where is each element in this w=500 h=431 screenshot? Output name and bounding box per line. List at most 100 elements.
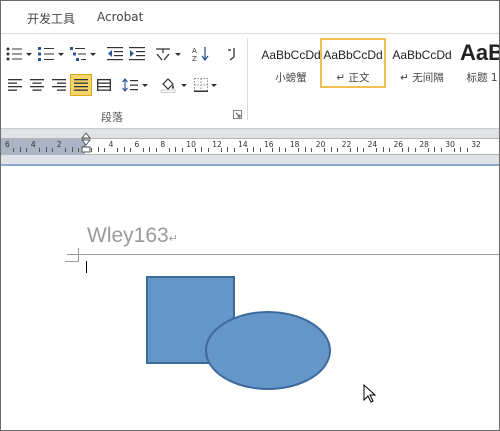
ruler-tick — [466, 148, 468, 152]
tab-acrobat[interactable]: Acrobat — [97, 10, 143, 24]
style-name: ↵ 正文 — [336, 72, 370, 84]
ruler-tick — [181, 148, 183, 152]
align-right-icon — [52, 79, 66, 91]
multilevel-list-icon — [70, 47, 96, 61]
style-heading-1[interactable]: AaB 标题 1 — [457, 38, 500, 88]
document-page[interactable]: Wley163↵ — [1, 166, 499, 430]
ruler-tick — [259, 148, 261, 152]
style-sample: AaBbCcDd — [392, 48, 452, 62]
header-text-value: Wley163 — [87, 224, 169, 247]
line-spacing-button[interactable] — [121, 75, 149, 95]
style-name: 小螃蟹 — [275, 72, 307, 84]
svg-text:Z: Z — [192, 55, 197, 62]
decrease-indent-icon — [107, 47, 123, 61]
ruler-number: 32 — [471, 140, 481, 149]
justify-button[interactable] — [70, 74, 92, 96]
ruler-tick — [434, 147, 436, 152]
ruler-tick — [39, 148, 41, 152]
ruler-tick — [401, 148, 403, 152]
ruler-tick — [246, 148, 248, 152]
align-center-icon — [30, 79, 44, 91]
ruler-tick — [220, 148, 222, 152]
ruler-tick — [324, 148, 326, 152]
style-name: ↵ 无间隔 — [400, 72, 444, 84]
ruler-tick — [356, 147, 358, 152]
ruler-tick — [253, 147, 255, 152]
ruler-tick — [194, 148, 196, 152]
align-right-button[interactable] — [49, 75, 69, 95]
ruler-number: 2 — [56, 140, 62, 149]
ruler-tick — [285, 148, 287, 152]
ruler-tick — [453, 148, 455, 152]
distributed-button[interactable] — [94, 75, 114, 95]
horizontal-ruler-area: 6422468101214161820222426283032 — [1, 128, 499, 166]
ruler-tick — [330, 147, 332, 152]
align-left-button[interactable] — [5, 75, 25, 95]
ruler-tick — [104, 148, 106, 152]
group-separator — [247, 38, 248, 120]
align-left-icon — [8, 79, 22, 91]
ruler-tick — [45, 147, 47, 152]
ruler-number: 6 — [5, 140, 10, 149]
word-window: 开发工具 Acrobat AZ 段落 AaBbCcDd 小螃蟹 AaBbCcDd… — [0, 0, 500, 431]
ruler-tick — [97, 147, 99, 152]
justify-icon — [74, 79, 88, 91]
line-spacing-icon — [122, 78, 148, 92]
horizontal-ruler[interactable]: 6422468101214161820222426283032 — [1, 138, 499, 155]
ruler-tick — [298, 148, 300, 152]
style-sample: AaBbCcDd — [261, 48, 321, 62]
ruler-tick — [149, 147, 151, 152]
ruler-number: 4 — [30, 140, 36, 149]
ruler-tick — [227, 147, 229, 152]
style-no-spacing[interactable]: AaBbCcDd ↵ 无间隔 — [389, 38, 455, 88]
ruler-tick — [337, 148, 339, 152]
sort-button[interactable]: AZ — [191, 44, 211, 64]
ruler-tick — [233, 148, 235, 152]
ruler-tick — [350, 148, 352, 152]
borders-icon — [194, 78, 217, 92]
decrease-indent-button[interactable] — [105, 44, 125, 64]
page-header-text[interactable]: Wley163↵ — [87, 224, 178, 248]
ruler-tick — [130, 148, 132, 152]
style-normal[interactable]: AaBbCcDd ↵ 正文 — [320, 38, 386, 88]
ruler-number: 4 — [108, 140, 114, 149]
paragraph-group-label: 段落 — [101, 111, 123, 124]
ruler-tick — [65, 148, 67, 152]
ruler-tick — [311, 148, 313, 152]
ruler-tick — [363, 148, 365, 152]
ruler-tick — [207, 148, 209, 152]
dialog-launcher-icon[interactable] — [233, 110, 242, 119]
ruler-tick — [175, 147, 177, 152]
style-sample: AaB — [459, 40, 500, 65]
header-underline — [67, 254, 499, 255]
asian-layout-icon — [156, 48, 181, 61]
align-center-button[interactable] — [27, 75, 47, 95]
indent-marker-icon[interactable] — [81, 129, 91, 155]
show-marks-button[interactable] — [223, 44, 239, 64]
multilevel-list-button[interactable] — [69, 44, 97, 64]
ruler-tick — [408, 147, 410, 152]
paragraph-mark-icon — [228, 48, 235, 61]
sort-az-icon: AZ — [192, 47, 209, 62]
ruler-tick — [278, 147, 280, 152]
style-xiaopangxie[interactable]: AaBbCcDd 小螃蟹 — [255, 38, 327, 88]
ruler-tick — [71, 147, 73, 152]
ruler-tick — [414, 148, 416, 152]
increase-indent-button[interactable] — [127, 44, 147, 64]
ellipse-shape[interactable] — [205, 311, 331, 390]
tab-developer[interactable]: 开发工具 — [27, 10, 75, 27]
ruler-tick — [304, 147, 306, 152]
numbering-button[interactable] — [37, 44, 65, 64]
shading-button[interactable] — [159, 75, 189, 95]
mouse-pointer-icon — [363, 384, 377, 403]
paragraph-mark: ↵ — [168, 233, 178, 245]
ruler-tick — [460, 147, 462, 152]
ruler-tick — [123, 147, 125, 152]
ribbon-panel: AZ 段落 AaBbCcDd 小螃蟹 AaBbCcDd ↵ 正文 AaBbCcD… — [1, 34, 500, 126]
asian-layout-button[interactable] — [153, 44, 185, 64]
borders-button[interactable] — [193, 75, 219, 95]
numbered-list-icon — [38, 47, 64, 61]
bullets-button[interactable] — [5, 44, 33, 64]
distributed-icon — [97, 79, 111, 91]
ruler-tick — [142, 148, 144, 152]
